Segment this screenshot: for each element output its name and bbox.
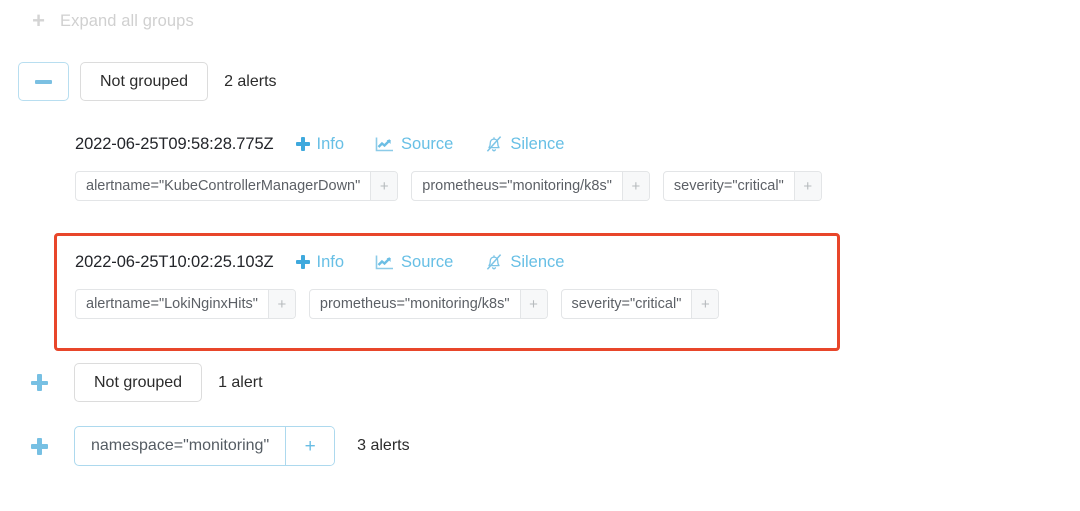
group-alert-count: 3 alerts [357,437,410,454]
alert-label-text: prometheus="monitoring/k8s" [422,178,612,194]
alert-label-text: alertname="LokiNginxHits" [86,296,258,312]
alertmanager-alert-groups-page: + Expand all groups Not grouped 2 alerts… [0,0,1080,511]
plus-icon [295,137,310,151]
bell-slash-icon [487,136,502,152]
alert-label-add-filter-button[interactable]: + [267,290,295,318]
plus-icon [30,437,48,455]
alert-labels-row: alertname="KubeControllerManagerDown" + … [75,171,822,201]
alert-header-row: 2022-06-25T09:58:28.775Z Info Source Sil… [75,132,822,156]
group-alert-count: 1 alert [218,373,263,391]
alert-source-link[interactable]: Source [375,253,453,272]
alert-info-label: Info [316,134,345,153]
alert-silence-link[interactable]: Silence [485,135,564,154]
group-label-text: namespace="monitoring" [91,437,270,454]
alert-label-chip[interactable]: prometheus="monitoring/k8s" + [411,171,650,201]
alert-label-chip[interactable]: severity="critical" + [662,171,822,201]
plus-icon [30,374,48,391]
alert-group-header: namespace="monitoring" + 3 alerts [30,426,410,466]
alert-info-link[interactable]: Info [295,134,345,154]
alert-label-chip[interactable]: severity="critical" + [560,289,720,319]
alert-label-text: severity="critical" [673,178,784,194]
alert-item: 2022-06-25T09:58:28.775Z Info Source Sil… [75,132,822,201]
alert-silence-label: Silence [510,134,565,153]
group-alert-count: 2 alerts [224,72,277,90]
alert-info-label: Info [316,252,345,271]
alert-label-add-filter-button[interactable]: + [621,172,649,200]
expand-all-groups-button[interactable]: + Expand all groups [30,8,194,34]
alert-label-text: prometheus="monitoring/k8s" [319,296,510,312]
plus-icon [295,255,310,269]
alert-label-add-filter-button[interactable]: + [519,290,547,318]
group-add-filter-button[interactable]: + [285,427,335,465]
alert-group-header: Not grouped 1 alert [30,363,263,402]
alert-timestamp: 2022-06-25T10:02:25.103Z [75,252,274,271]
group-expand-toggle[interactable] [30,363,48,402]
alert-label-text: alertname="KubeControllerManagerDown" [86,178,361,194]
alert-info-link[interactable]: Info [295,252,345,272]
plus-icon: + [32,8,45,33]
alert-label-chip[interactable]: alertname="KubeControllerManagerDown" + [75,171,399,201]
alert-timestamp: 2022-06-25T09:58:28.775Z [75,134,274,153]
alert-silence-link[interactable]: Silence [485,253,564,272]
alert-label-add-filter-button[interactable]: + [370,172,398,200]
alert-silence-label: Silence [510,252,565,271]
alert-source-label: Source [401,252,454,271]
group-label-text: Not grouped [94,373,183,391]
minus-icon [35,79,52,84]
group-label-pill[interactable]: Not grouped [74,363,203,402]
chart-line-icon [375,255,394,269]
bell-slash-icon [487,254,502,270]
alert-labels-row: alertname="LokiNginxHits" + prometheus="… [75,289,720,319]
group-collapse-toggle[interactable] [18,62,69,101]
group-label-chip[interactable]: namespace="monitoring" + [74,426,336,466]
alert-label-add-filter-button[interactable]: + [793,172,821,200]
group-label-pill[interactable]: Not grouped [80,62,209,101]
group-label-text: Not grouped [100,72,189,90]
alert-header-row: 2022-06-25T10:02:25.103Z Info Source Sil… [75,250,719,274]
alert-source-label: Source [401,134,454,153]
alert-label-add-filter-button[interactable]: + [691,290,719,318]
alert-label-chip[interactable]: prometheus="monitoring/k8s" + [308,289,548,319]
group-expand-toggle[interactable] [30,427,48,466]
alert-group-header: Not grouped 2 alerts [18,62,277,101]
alert-item: 2022-06-25T10:02:25.103Z Info Source Sil… [75,250,720,319]
chart-line-icon [375,137,394,151]
alert-label-chip[interactable]: alertname="LokiNginxHits" + [75,289,296,319]
expand-all-groups-label: Expand all groups [60,11,194,30]
alert-source-link[interactable]: Source [375,135,453,154]
alert-label-text: severity="critical" [571,296,682,312]
